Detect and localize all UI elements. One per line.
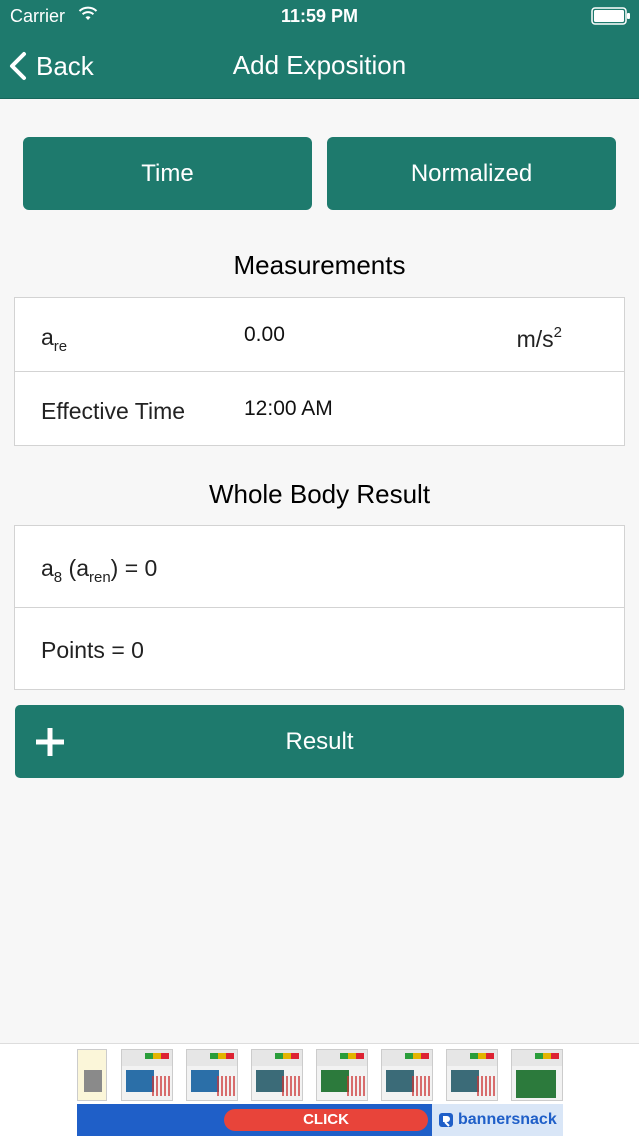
are-unit-sup: 2 — [553, 324, 562, 341]
are-label: are — [41, 324, 67, 355]
ad-thumbnails — [77, 1046, 563, 1104]
effective-time-row[interactable]: Effective Time 12:00 AM — [15, 372, 624, 445]
effective-time-value[interactable]: 12:00 AM — [244, 397, 333, 421]
ad-thumb-2 — [121, 1049, 173, 1101]
battery-icon — [591, 7, 630, 25]
ad-click-button[interactable]: CLICK — [224, 1109, 428, 1131]
are-unit-main: m/s — [516, 326, 554, 352]
a8-main: a — [41, 555, 54, 581]
result-button[interactable]: Result — [15, 705, 624, 778]
normalized-button[interactable]: Normalized — [327, 137, 616, 210]
are-value[interactable]: 0.00 — [244, 323, 285, 347]
screen: Carrier 11:59 PM Back Add Exposition Tim… — [0, 0, 639, 1136]
ad-bottom-bar: CLICK bannersnack — [77, 1104, 563, 1136]
points-result: Points = 0 — [41, 637, 144, 663]
ad-thumb-8 — [511, 1049, 563, 1101]
page-title: Add Exposition — [232, 50, 407, 80]
ad-thumb-3 — [186, 1049, 238, 1101]
are-row[interactable]: are 0.00 m/s2 — [15, 298, 624, 372]
navigation-header: Carrier 11:59 PM Back Add Exposition — [0, 0, 639, 99]
measurements-table: are 0.00 m/s2 Effective Time 12:00 AM — [14, 297, 625, 446]
bannersnack-icon — [439, 1113, 453, 1127]
time-button[interactable]: Time — [23, 137, 312, 210]
a8-open: (a — [62, 555, 89, 581]
whole-body-heading: Whole Body Result — [208, 479, 431, 509]
bannersnack-logo: bannersnack — [432, 1104, 563, 1136]
a8-row: a8 (aren) = 0 — [15, 526, 624, 608]
ad-thumb-1 — [77, 1049, 107, 1101]
a8-sub: 8 — [53, 569, 63, 586]
points-row: Points = 0 — [15, 608, 624, 689]
ad-thumb-7 — [446, 1049, 498, 1101]
ad-thumb-5 — [316, 1049, 368, 1101]
status-time: 11:59 PM — [280, 6, 359, 26]
effective-time-label: Effective Time — [41, 398, 186, 424]
whole-body-table: a8 (aren) = 0 Points = 0 — [14, 525, 625, 690]
measurements-heading: Measurements — [233, 250, 406, 280]
ad-banner[interactable]: CLICK bannersnack — [77, 1046, 563, 1136]
status-bar: Carrier 11:59 PM — [0, 0, 639, 34]
a8-result: a8 (aren) = 0 — [41, 555, 157, 586]
ad-thumb-4 — [251, 1049, 303, 1101]
bannersnack-text: bannersnack — [458, 1111, 557, 1128]
result-label: Result — [285, 728, 354, 755]
are-label-main: a — [41, 324, 54, 350]
are-label-sub: re — [53, 338, 68, 355]
ad-area: CLICK bannersnack — [0, 1043, 639, 1136]
ad-thumb-6 — [381, 1049, 433, 1101]
a8-sub2: ren — [88, 569, 111, 586]
are-unit: m/s2 — [517, 324, 562, 353]
a8-close: ) = 0 — [110, 555, 158, 581]
